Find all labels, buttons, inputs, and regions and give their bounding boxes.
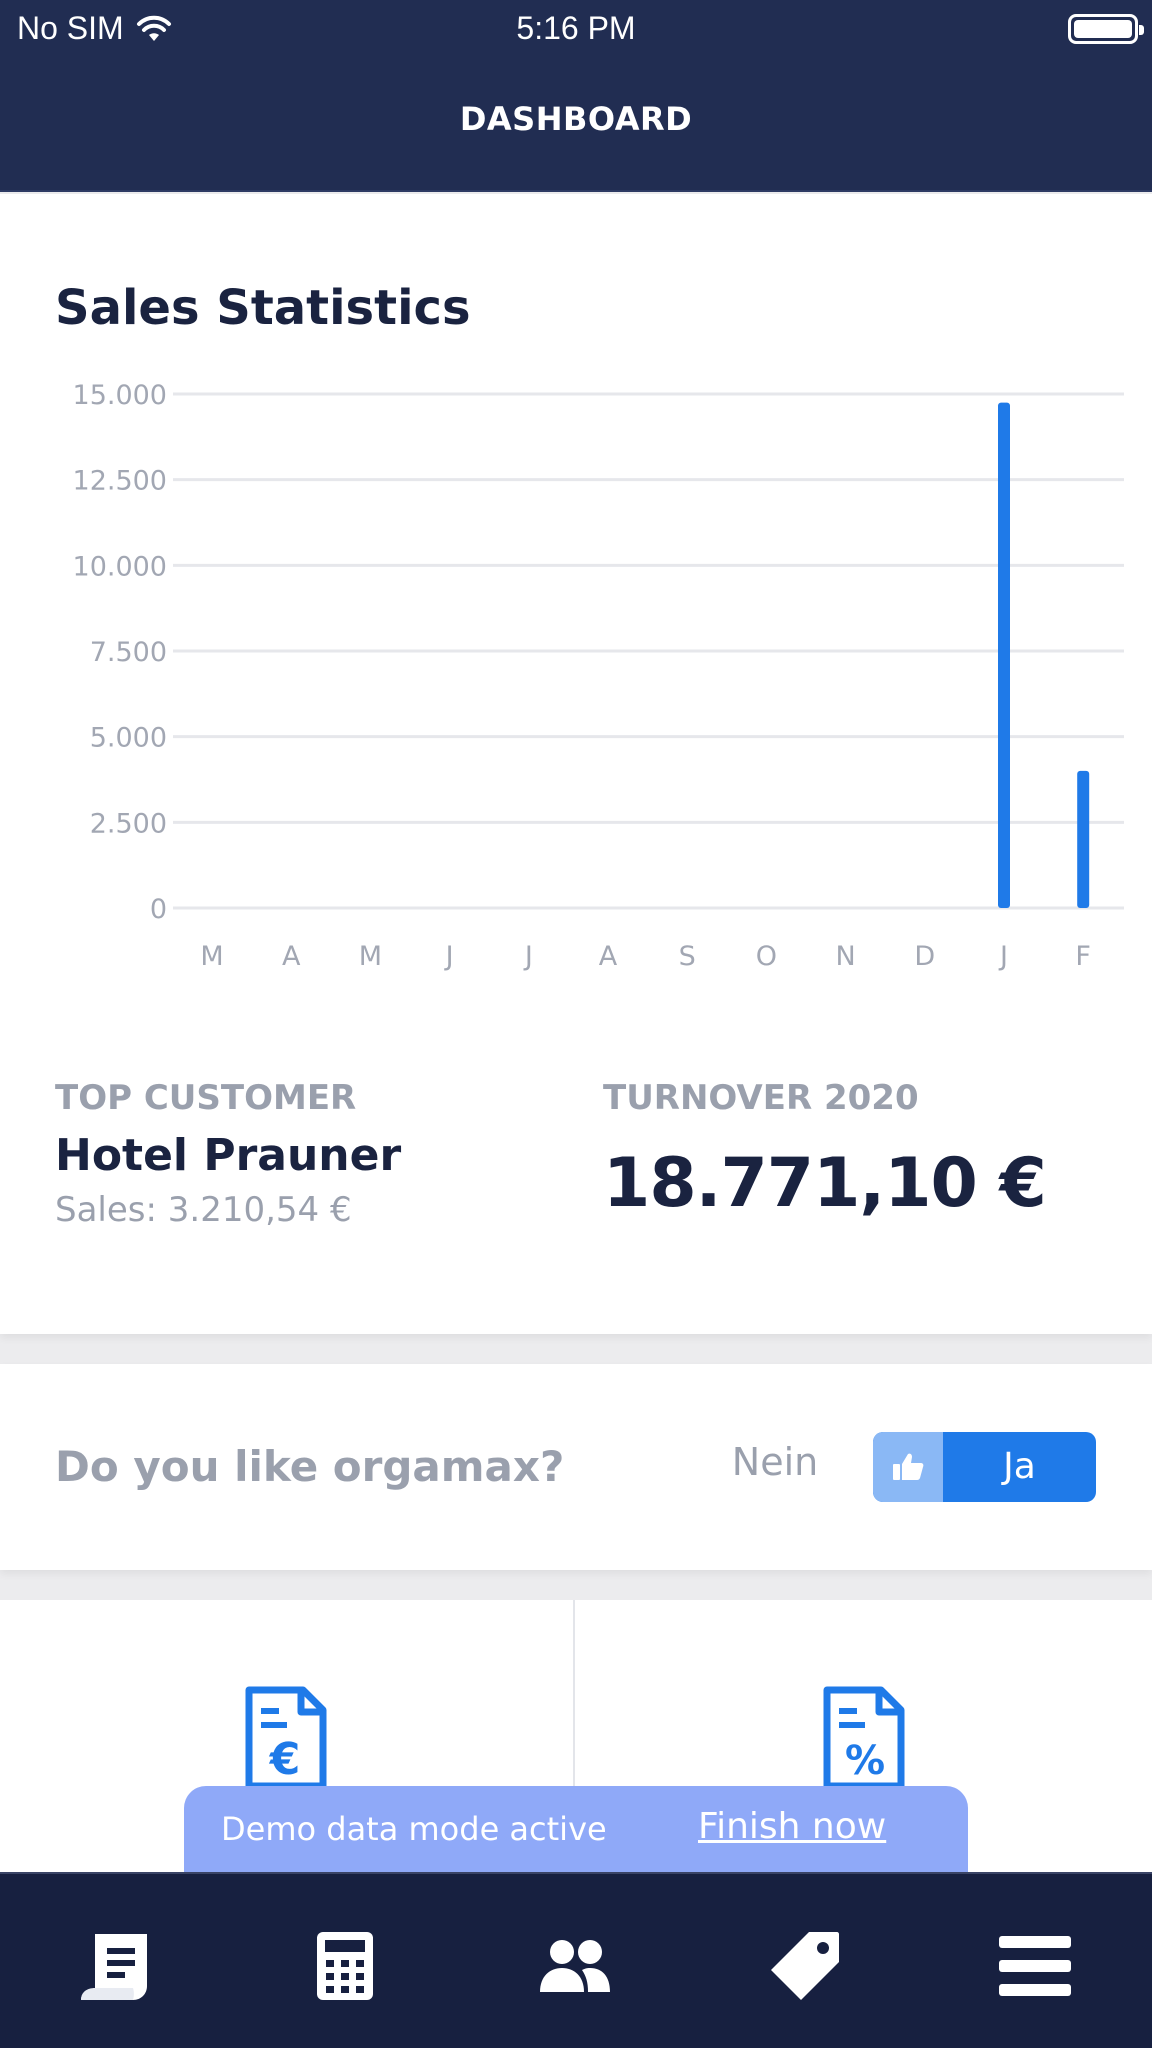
yes-toggle[interactable]: Ja: [873, 1432, 1096, 1502]
chart-bar: [1077, 770, 1090, 908]
yes-label: Ja: [1003, 1446, 1036, 1487]
finish-now-link[interactable]: Finish now: [698, 1806, 886, 1847]
status-time: 5:16 PM: [516, 10, 636, 46]
turnover-label: TURNOVER 2020: [603, 1078, 919, 1118]
receipt-icon: [81, 1934, 147, 2000]
top-customer-label: TOP CUSTOMER: [55, 1078, 357, 1118]
contacts-icon: [540, 1940, 610, 1992]
chart-y-tick-label: 15.000: [73, 380, 167, 411]
top-customer-name: Hotel Prauner: [55, 1130, 402, 1181]
demo-mode-banner: Demo data mode active Finish now: [184, 1786, 968, 1874]
demo-mode-text: Demo data mode active: [221, 1810, 607, 1848]
chart-x-tick-label: J: [523, 941, 533, 972]
chart-x-tick-label: O: [756, 941, 777, 972]
tab-products[interactable]: [765, 1926, 845, 2006]
app-header: No SIM 5:16 PM DASHBOARD: [0, 0, 1152, 192]
tab-menu[interactable]: [995, 1926, 1075, 2006]
sales-chart: 15.000 12.500 10.000 7.500 5.000 2.500 0 M A M J J A…: [73, 380, 1124, 972]
feedback-question: Do you like orgamax?: [55, 1442, 565, 1491]
chart-y-tick-label: 2.500: [90, 808, 167, 839]
menu-icon: [999, 1936, 1071, 1996]
battery-icon: [1068, 14, 1144, 44]
svg-text:%: %: [845, 1738, 885, 1784]
tab-receipts[interactable]: [75, 1926, 155, 2006]
status-bar: No SIM 5:16 PM: [0, 0, 1152, 58]
chart-x-tick-label: J: [998, 941, 1008, 972]
no-button[interactable]: Nein: [720, 1440, 830, 1490]
page-title: DASHBOARD: [459, 100, 693, 138]
tab-contacts[interactable]: [535, 1926, 615, 2006]
chart-x-tick-label: N: [835, 941, 855, 972]
chart-x-tick-label: A: [282, 941, 301, 972]
invoice-percent-icon: %: [823, 1686, 905, 1786]
tag-icon: [771, 1932, 839, 2000]
chart-x-tick-label: M: [359, 941, 382, 972]
top-customer-sales: Sales: 3.210,54 €: [55, 1190, 352, 1230]
chart-y-tick-label: 10.000: [73, 551, 167, 582]
chart-x-tick-label: J: [444, 941, 454, 972]
chart-x-tick-label: D: [914, 941, 935, 972]
calculator-icon: [317, 1932, 373, 2000]
chart-y-tick-label: 0: [150, 894, 167, 925]
chart-x-tick-label: F: [1075, 941, 1091, 972]
chart-bar: [998, 402, 1010, 908]
chart-x-tick-label: S: [679, 941, 696, 972]
chart-y-tick-label: 7.500: [90, 637, 167, 668]
chart-x-tick-label: M: [200, 941, 223, 972]
svg-text:€: €: [269, 1734, 301, 1785]
tab-calculator[interactable]: [305, 1926, 385, 2006]
chart-y-tick-label: 5.000: [90, 723, 167, 754]
invoice-euro-icon: €: [245, 1686, 327, 1786]
thumbs-up-icon: [873, 1432, 943, 1502]
sales-statistics-card: Sales Statistics 15.000 12.500 10.000 7.500…: [0, 194, 1152, 1334]
chart-y-tick-label: 12.500: [73, 466, 167, 497]
chart-x-tick-label: A: [599, 941, 618, 972]
tab-bar: [0, 1872, 1152, 2048]
feedback-card: Do you like orgamax? Nein Ja: [0, 1364, 1152, 1570]
turnover-value: 18.771,10 €: [603, 1144, 1047, 1223]
